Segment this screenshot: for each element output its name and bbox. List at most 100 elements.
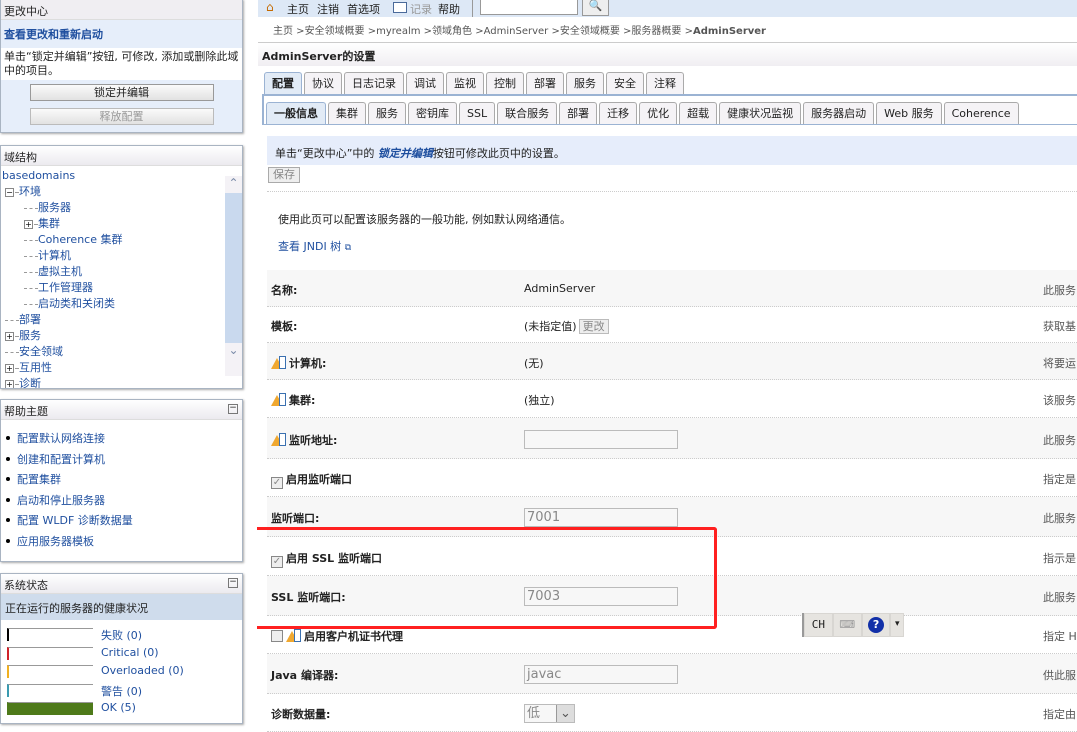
tree-item[interactable]: + 服务 <box>2 328 242 344</box>
tab-2[interactable]: 日志记录 <box>344 72 404 94</box>
expand-icon[interactable]: + <box>5 364 14 373</box>
lock-edit-link[interactable]: 锁定并编辑 <box>378 147 433 160</box>
help-topic-link[interactable]: 创建和配置计算机 <box>17 453 105 466</box>
tab-4[interactable]: 监视 <box>446 72 484 94</box>
help-topic-link[interactable]: 配置集群 <box>17 473 61 486</box>
home-icon[interactable]: ⌂ <box>266 0 274 14</box>
record-link[interactable]: 记录 <box>410 1 432 17</box>
tree-item-label[interactable]: 互用性 <box>19 361 52 374</box>
subtab-9[interactable]: 超载 <box>679 102 718 124</box>
expand-icon[interactable]: + <box>5 332 14 341</box>
help-topic-link[interactable]: 配置默认网络连接 <box>17 432 105 445</box>
tree-item[interactable]: 安全领域 <box>2 344 242 360</box>
chevron-down-icon[interactable]: ⌄ <box>556 705 574 722</box>
help-icon[interactable]: ? <box>862 614 890 636</box>
subtab-13[interactable]: Coherence <box>943 102 1019 124</box>
scroll-thumb[interactable] <box>225 193 242 343</box>
subtab-12[interactable]: Web 服务 <box>876 102 942 124</box>
setting-input[interactable] <box>524 430 678 449</box>
tree-item-label[interactable]: 启动类和关闭类 <box>38 297 115 310</box>
view-changes-link[interactable]: 查看更改和重新启动 <box>4 28 103 41</box>
tab-5[interactable]: 控制 <box>486 72 524 94</box>
search-input[interactable] <box>480 0 578 15</box>
breadcrumb-item[interactable]: 安全领域概要 <box>560 26 620 37</box>
expand-icon[interactable]: + <box>5 380 14 388</box>
tree-item-label[interactable]: 计算机 <box>38 249 71 262</box>
tab-7[interactable]: 服务 <box>566 72 604 94</box>
tree-item-label[interactable]: 虚拟主机 <box>38 265 82 278</box>
subtab-3[interactable]: 密钥库 <box>408 102 457 124</box>
preferences-link[interactable]: 首选项 <box>347 1 380 17</box>
breadcrumb-item[interactable]: 服务器概要 <box>631 26 681 37</box>
health-status-link[interactable]: OK (5) <box>101 701 136 714</box>
tree-item-label[interactable]: 服务器 <box>38 201 71 214</box>
subtab-5[interactable]: 联合服务 <box>497 102 558 124</box>
tab-1[interactable]: 协议 <box>304 72 342 94</box>
subtab-8[interactable]: 优化 <box>639 102 678 124</box>
tab-6[interactable]: 部署 <box>526 72 564 94</box>
home-link[interactable]: 主页 <box>287 1 309 17</box>
diagnostic-volume-select[interactable]: 低 ⌄ <box>524 704 575 723</box>
tree-item-label[interactable]: 集群 <box>38 217 60 230</box>
keyboard-icon[interactable]: ⌨ <box>833 614 861 636</box>
breadcrumb-item[interactable]: AdminServer <box>484 26 549 37</box>
subtab-2[interactable]: 服务 <box>368 102 406 124</box>
tree-item[interactable]: 计算机 <box>2 248 242 264</box>
tree-item[interactable]: 部署 <box>2 312 242 328</box>
setting-input[interactable]: 7001 <box>524 508 678 527</box>
help-topic-link[interactable]: 启动和停止服务器 <box>17 494 105 507</box>
tree-item-label[interactable]: 环境 <box>19 185 41 198</box>
search-button[interactable]: 🔍 <box>582 0 609 16</box>
checkbox[interactable] <box>271 630 283 642</box>
breadcrumb-item[interactable]: 安全领域概要 <box>305 26 365 37</box>
lock-edit-button[interactable]: 锁定并编辑 <box>29 84 214 101</box>
tree-item-label[interactable]: basedomains <box>2 169 75 182</box>
tree-item-label[interactable]: 诊断 <box>19 377 41 388</box>
checkbox[interactable]: ✓ <box>271 477 283 489</box>
tree-item[interactable]: 服务器 <box>2 200 242 216</box>
subtab-1[interactable]: 集群 <box>328 102 366 124</box>
health-status-link[interactable]: 失败 (0) <box>101 627 142 643</box>
subtab-6[interactable]: 部署 <box>559 102 598 124</box>
help-topic-link[interactable]: 配置 WLDF 诊断数据量 <box>17 514 133 527</box>
minimize-icon[interactable]: − <box>228 578 238 588</box>
tree-item[interactable]: basedomains <box>2 168 242 184</box>
release-config-button[interactable]: 释放配置 <box>29 108 214 125</box>
health-status-link[interactable]: 警告 (0) <box>101 683 142 699</box>
tab-0[interactable]: 配置 <box>264 72 302 94</box>
ime-menu-icon[interactable]: ▾ <box>891 614 903 636</box>
health-status-link[interactable]: Overloaded (0) <box>101 664 184 677</box>
subtab-11[interactable]: 服务器启动 <box>803 102 875 124</box>
health-status-link[interactable]: Critical (0) <box>101 646 159 659</box>
subtab-10[interactable]: 健康状况监视 <box>719 102 802 124</box>
help-topic-link[interactable]: 应用服务器模板 <box>17 535 94 548</box>
change-template-button[interactable]: 更改 <box>578 319 609 334</box>
tree-item-label[interactable]: 工作管理器 <box>38 281 93 294</box>
expand-icon[interactable]: + <box>24 220 33 229</box>
tree-item-label[interactable]: 安全领域 <box>19 345 63 358</box>
tab-3[interactable]: 调试 <box>406 72 444 94</box>
breadcrumb-item[interactable]: 主页 <box>273 26 293 37</box>
scroll-up-icon[interactable]: ⌃ <box>225 176 242 193</box>
tree-item[interactable]: + 诊断 <box>2 376 242 388</box>
subtab-4[interactable]: SSL <box>459 102 496 124</box>
help-link[interactable]: 帮助 <box>438 1 460 17</box>
tree-item[interactable]: − 环境 <box>2 184 242 200</box>
logout-link[interactable]: 注销 <box>317 1 339 17</box>
tab-8[interactable]: 安全 <box>606 72 644 94</box>
jndi-tree-link[interactable]: 查看 JNDI 树 <box>278 240 341 253</box>
tree-item[interactable]: 启动类和关闭类 <box>2 296 242 312</box>
tree-item-label[interactable]: Coherence 集群 <box>38 233 122 246</box>
scroll-down-icon[interactable]: ⌄ <box>225 343 242 360</box>
setting-input[interactable]: javac <box>524 665 678 684</box>
save-button[interactable]: 保存 <box>268 167 300 183</box>
tab-9[interactable]: 注释 <box>646 72 684 94</box>
tree-item[interactable]: + 互用性 <box>2 360 242 376</box>
subtab-0[interactable]: 一般信息 <box>266 102 326 124</box>
tree-item[interactable]: Coherence 集群 <box>2 232 242 248</box>
tree-item[interactable]: + 集群 <box>2 216 242 232</box>
tree-scrollbar[interactable]: ⌃ ⌄ <box>225 176 242 376</box>
ime-lang-button[interactable]: CH <box>805 614 832 636</box>
tree-item[interactable]: 工作管理器 <box>2 280 242 296</box>
tree-item[interactable]: 虚拟主机 <box>2 264 242 280</box>
